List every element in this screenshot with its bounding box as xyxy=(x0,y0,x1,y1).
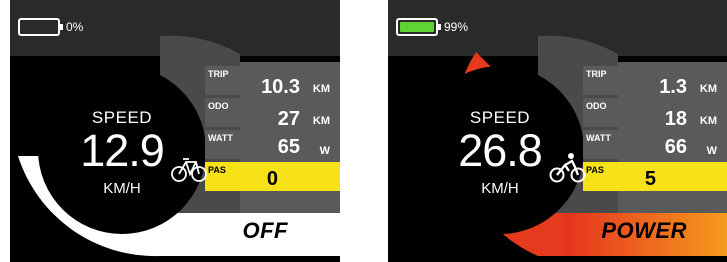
pas-row: PAS 0 xyxy=(200,162,340,192)
trip-unit: KM xyxy=(312,83,330,95)
odo-unit: KM xyxy=(312,115,330,127)
trip-label: TRIP xyxy=(208,69,229,79)
display-screen-off: 0% SPEED 12.9 KM/H TRIP 10.3 KM ODO 27 K… xyxy=(10,0,340,262)
pas-label: PAS xyxy=(586,165,604,175)
odo-row: ODO 27 KM xyxy=(200,98,340,130)
watt-value: 66 xyxy=(664,136,687,158)
pas-label: PAS xyxy=(208,165,226,175)
pas-value: 0 xyxy=(266,168,278,190)
trip-label: TRIP xyxy=(586,69,607,79)
trip-value: 1.3 xyxy=(659,76,687,98)
pas-row: PAS 5 xyxy=(578,162,727,192)
watt-value: 65 xyxy=(277,136,300,158)
watt-label: WATT xyxy=(208,133,233,143)
watt-row: WATT 65 W xyxy=(200,130,340,160)
odo-label: ODO xyxy=(586,101,607,111)
assist-mode: POWER xyxy=(601,218,687,243)
speed-value: 12.9 xyxy=(80,125,165,176)
odo-value: 27 xyxy=(277,108,300,130)
display-screen-power: 99% SPEED 26.8 KM/H TRIP 1.3 KM ODO 18 K… xyxy=(388,0,727,262)
trip-value: 10.3 xyxy=(261,76,300,98)
odo-label: ODO xyxy=(208,101,229,111)
watt-unit: W xyxy=(319,145,330,157)
watt-label: WATT xyxy=(586,133,611,143)
speed-unit: KM/H xyxy=(481,180,519,197)
pas-value: 5 xyxy=(644,168,656,190)
speed-value: 26.8 xyxy=(458,125,543,176)
assist-mode: OFF xyxy=(242,218,288,243)
odo-unit: KM xyxy=(699,115,717,127)
odo-row: ODO 18 KM xyxy=(578,98,727,130)
speed-unit: KM/H xyxy=(103,180,141,197)
watt-row: WATT 66 W xyxy=(578,130,727,160)
watt-unit: W xyxy=(706,145,717,157)
trip-row: TRIP 1.3 KM xyxy=(578,66,727,98)
trip-row: TRIP 10.3 KM xyxy=(200,66,340,98)
trip-unit: KM xyxy=(699,83,717,95)
odo-value: 18 xyxy=(664,108,687,130)
